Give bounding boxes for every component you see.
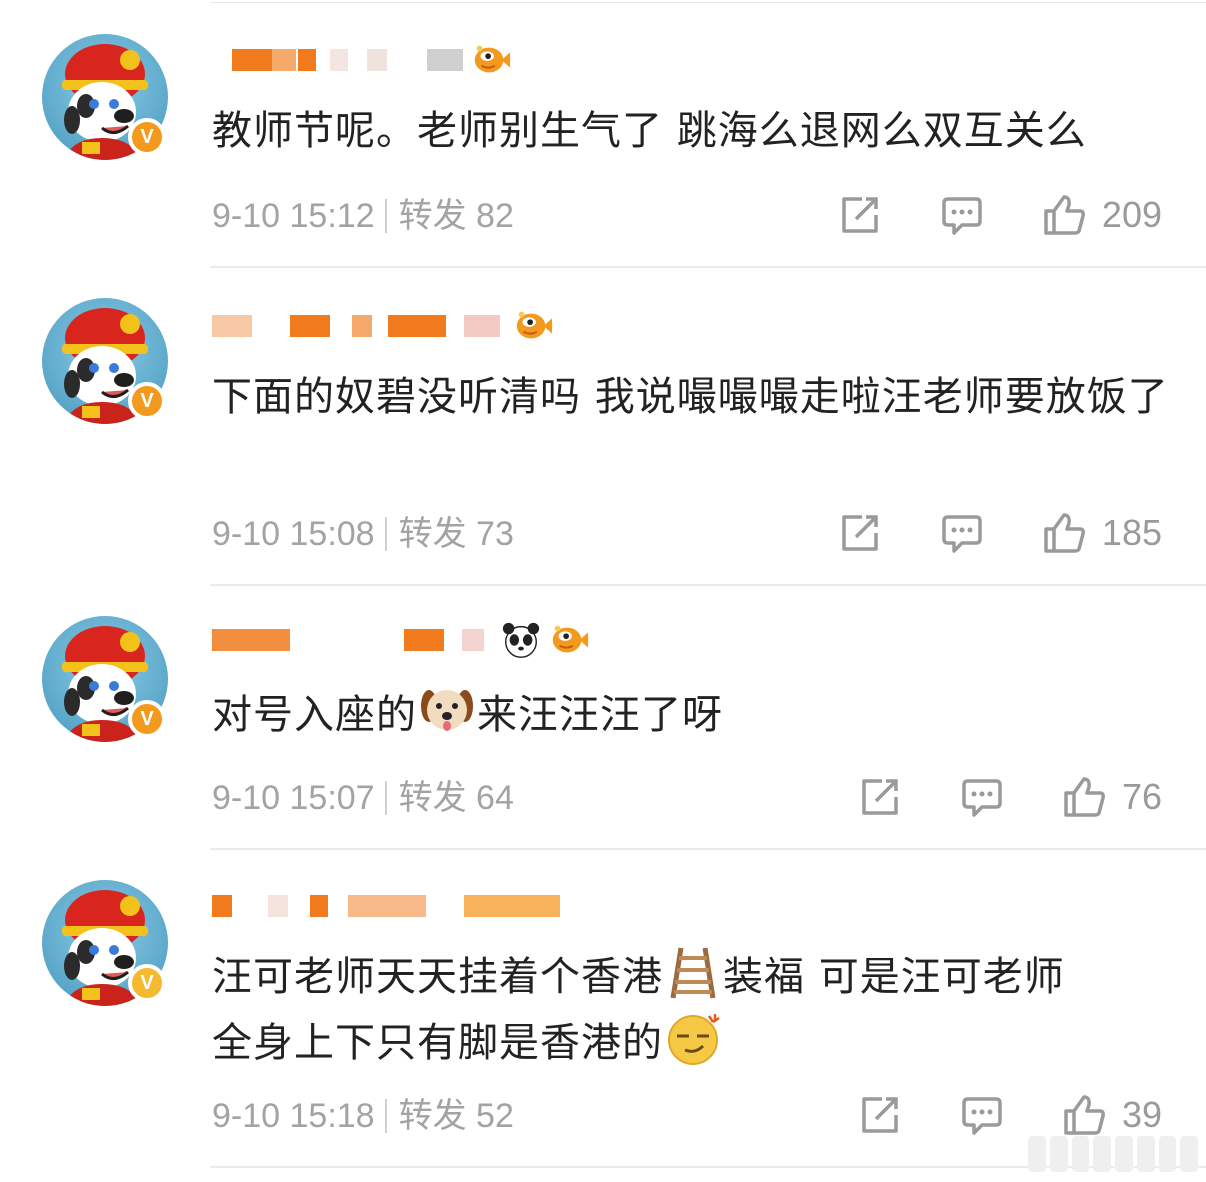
share-icon[interactable] [858, 775, 902, 819]
comment-icon[interactable] [940, 193, 984, 237]
like-count: 39 [1121, 1094, 1162, 1135]
comment-text: 教师节呢。老师别生气了 跳海么退网么双互关么 [212, 108, 1087, 154]
repost-label: 转发 [398, 779, 467, 817]
action-bar: 39 [858, 1092, 1162, 1138]
repost-label: 转发 [398, 1097, 467, 1135]
verified-badge: V [128, 118, 166, 156]
comment-meta: 9-10 15:07 转发 64 [212, 776, 514, 820]
share-icon[interactable] [838, 511, 882, 555]
comment-text: 汪可老师天天挂着个香港 装福 可是汪可老师 全身上下只有脚是香港的 [212, 944, 1172, 1076]
dog-emoji-icon [421, 690, 473, 731]
divider [210, 266, 1206, 268]
comment-date: 9-10 15:07 [212, 779, 375, 817]
comment-text-part: 对号入座的 [212, 692, 417, 738]
share-icon[interactable] [838, 193, 882, 237]
repost-count: 64 [476, 779, 514, 817]
like-icon[interactable] [1042, 193, 1086, 237]
like-count: 185 [1101, 512, 1162, 553]
divider [210, 848, 1206, 850]
meta-separator [384, 517, 387, 551]
meta-separator [384, 199, 387, 233]
comment-icon[interactable] [940, 511, 984, 555]
comment-text-part: 装福 可是汪可老师 [723, 954, 1065, 1000]
comment-text: 对号入座的 来汪汪汪了呀 [212, 682, 1172, 748]
comment-meta: 9-10 15:18 转发 52 [212, 1094, 514, 1138]
comment-icon[interactable] [960, 775, 1004, 819]
comment-date: 9-10 15:18 [212, 1097, 375, 1135]
fish-emoji-icon [473, 44, 512, 74]
avatar[interactable]: V [42, 880, 168, 1006]
comment-text-part: 汪可老师天天挂着个香港 [212, 954, 663, 1000]
avatar[interactable]: V [42, 298, 168, 424]
repost-label: 转发 [398, 515, 467, 553]
fish-emoji-icon [551, 624, 590, 654]
top-divider [210, 2, 1206, 3]
comment-text-part: 全身上下只有脚是香港的 [212, 1020, 663, 1066]
repost-label: 转发 [398, 197, 467, 235]
avatar[interactable]: V [42, 34, 168, 160]
repost-count: 73 [476, 515, 514, 553]
like-count: 209 [1101, 194, 1162, 235]
panda-emoji-icon [502, 622, 540, 658]
comment-meta: 9-10 15:08 转发 73 [212, 512, 514, 556]
share-icon[interactable] [858, 1093, 902, 1137]
like-count: 76 [1121, 776, 1162, 817]
like-icon[interactable] [1062, 1093, 1106, 1137]
meta-separator [384, 1099, 387, 1133]
fish-emoji-icon [515, 310, 554, 340]
comment-text-part: 来汪汪汪了呀 [477, 692, 723, 738]
comment-text: 下面的奴碧没听清吗 我说嘬嘬嘬走啦汪老师要放饭了 [212, 374, 1169, 420]
like-icon[interactable] [1042, 511, 1086, 555]
watermark-strip [1028, 1136, 1198, 1172]
smirk-emoji-icon [668, 1014, 720, 1065]
like-icon[interactable] [1062, 775, 1106, 819]
meta-separator [384, 781, 387, 815]
comment-icon[interactable] [960, 1093, 1004, 1137]
ladder-emoji-icon [670, 947, 716, 999]
comment-date: 9-10 15:12 [212, 197, 375, 235]
avatar[interactable]: V [42, 616, 168, 742]
verified-badge: V [128, 382, 166, 420]
verified-badge: V [128, 700, 166, 738]
comment-meta: 9-10 15:12 转发 82 [212, 194, 514, 238]
divider [210, 584, 1206, 586]
repost-count: 82 [476, 197, 514, 235]
action-bar: 209 [838, 192, 1162, 238]
action-bar: 76 [858, 774, 1162, 820]
repost-count: 52 [476, 1097, 514, 1135]
action-bar: 185 [838, 510, 1162, 556]
comment-date: 9-10 15:08 [212, 515, 375, 553]
verified-badge: V [128, 964, 166, 1002]
